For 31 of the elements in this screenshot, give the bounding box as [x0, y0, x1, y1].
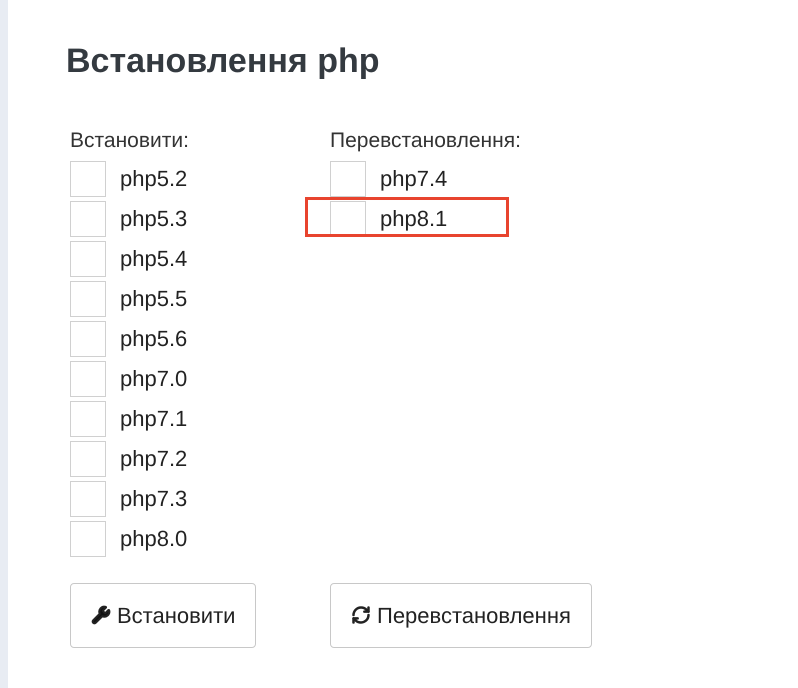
checkbox[interactable] — [70, 400, 106, 436]
checkbox-label: php5.3 — [120, 205, 188, 233]
checkbox[interactable] — [70, 440, 106, 476]
checkbox-label: php7.3 — [120, 485, 188, 513]
checkbox-label: php5.6 — [120, 325, 188, 353]
reinstall-button[interactable]: Перевстановлення — [330, 582, 592, 648]
checkbox-label: php5.2 — [120, 165, 188, 193]
checkbox-label: php7.4 — [380, 165, 448, 193]
checkbox-label: php5.4 — [120, 245, 188, 273]
checkbox[interactable] — [330, 160, 366, 196]
column-label: Перевстановлення: — [330, 128, 522, 154]
checkbox[interactable] — [70, 280, 106, 316]
checkbox-label: php7.0 — [120, 365, 188, 393]
checkbox-label: php8.0 — [120, 525, 188, 553]
checkbox[interactable] — [70, 480, 106, 516]
checkbox[interactable] — [70, 320, 106, 356]
checkbox-label: php8.1 — [380, 205, 448, 233]
checkbox[interactable] — [70, 240, 106, 276]
refresh-icon — [351, 605, 371, 625]
checkbox[interactable] — [70, 520, 106, 556]
checkbox-label: php7.1 — [120, 405, 188, 433]
checkbox-label: php7.2 — [120, 445, 188, 473]
checkbox[interactable] — [70, 360, 106, 396]
checkbox-label: php5.5 — [120, 285, 188, 313]
checkbox[interactable] — [70, 160, 106, 196]
checkbox[interactable] — [70, 200, 106, 236]
wrench-icon — [91, 605, 111, 625]
install-button[interactable]: Встановити — [70, 582, 256, 648]
column-label: Встановити: — [70, 128, 190, 154]
page-title: Встановлення php — [66, 41, 381, 82]
checkbox[interactable] — [330, 200, 366, 236]
